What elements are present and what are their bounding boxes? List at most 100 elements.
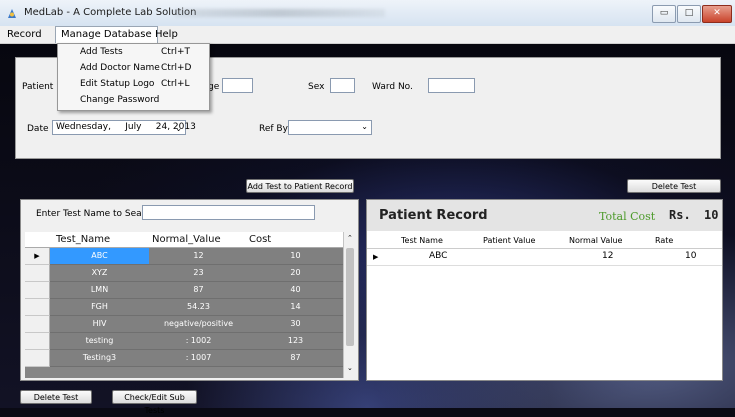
column-header-cost[interactable]: Cost [249, 232, 271, 247]
cell-test-name[interactable]: ABC [50, 248, 150, 265]
menu-item-label: Edit Statup Logo [80, 79, 155, 89]
age-field[interactable] [222, 78, 253, 93]
cell-normal-value[interactable]: : 1007 [149, 350, 249, 367]
cell-test-name[interactable]: HIV [50, 316, 150, 333]
scroll-thumb[interactable] [346, 248, 354, 346]
ward-label: Ward No. [372, 82, 413, 92]
cell-cost[interactable]: 40 [248, 282, 344, 299]
minimize-button[interactable]: ▭ [652, 5, 676, 23]
row-selector[interactable] [25, 265, 50, 282]
cell-cost[interactable]: 123 [248, 333, 344, 350]
row-selector[interactable] [25, 333, 50, 350]
window-title: MedLab - A Complete Lab Solution [24, 7, 197, 18]
column-header-normal-value[interactable]: Normal Value [569, 236, 622, 245]
row-selector[interactable] [25, 316, 50, 333]
ref-by-label: Ref By [259, 124, 288, 134]
column-header-test-name[interactable]: Test_Name [56, 232, 110, 247]
table-row[interactable]: ▶ ABC 12 10 [25, 248, 344, 265]
app-icon [8, 9, 16, 18]
date-picker[interactable]: Wednesday, July 24, 2013 ⌄ [52, 120, 196, 135]
cell-cost[interactable]: 30 [248, 316, 344, 333]
cell-normal-value[interactable]: 54.23 [149, 299, 249, 316]
menu-item-shortcut: Ctrl+L [161, 79, 190, 89]
menu-manage-database[interactable]: Manage Database [55, 26, 158, 43]
record-rate: 10 [685, 251, 697, 261]
cell-test-name[interactable]: testing [50, 333, 150, 350]
record-test-name: ABC [429, 251, 448, 261]
column-header-test-name[interactable]: Test Name [401, 236, 443, 245]
menu-help[interactable]: Help [150, 26, 183, 43]
cell-cost[interactable]: 87 [248, 350, 344, 367]
patient-record-title: Patient Record [379, 208, 488, 223]
menu-item-label: Change Password [80, 95, 160, 105]
menu-bar: Record Manage Database Help [0, 26, 735, 44]
menu-record[interactable]: Record [2, 26, 47, 43]
table-row[interactable]: LMN 87 40 [25, 282, 344, 299]
table-row[interactable]: testing: 1002 123 [25, 333, 344, 350]
cell-normal-value[interactable]: 23 [149, 265, 249, 282]
title-bar: MedLab - A Complete Lab Solution ▭ □ ✕ [0, 0, 735, 27]
ref-by-select[interactable]: ⌄ [288, 120, 372, 135]
menu-edit-statup-logo[interactable]: Edit Statup Logo Ctrl+L [58, 77, 209, 92]
row-selector-icon: ▶ [373, 253, 379, 261]
table-row[interactable]: HIV negative/positive 30 [25, 316, 344, 333]
search-label: Enter Test Name to Search [36, 209, 156, 219]
cell-normal-value[interactable]: negative/positive [149, 316, 249, 333]
total-cost-value: 10 [704, 208, 719, 222]
table-row[interactable]: ▶ ABC 12 10 [367, 249, 722, 266]
chevron-down-icon: ⌄ [361, 122, 368, 131]
cell-normal-value[interactable]: 12 [149, 248, 249, 265]
cell-test-name[interactable]: Testing3 [50, 350, 150, 367]
title-blur [175, 9, 385, 17]
cell-normal-value[interactable]: : 1002 [149, 333, 249, 350]
row-selector[interactable] [25, 282, 50, 299]
row-selector[interactable] [25, 299, 50, 316]
row-selector[interactable]: ▶ [25, 248, 50, 265]
menu-add-doctor-name[interactable]: Add Doctor Name Ctrl+D [58, 61, 209, 76]
row-selector[interactable] [25, 350, 50, 367]
tests-grid-header: Test_Name Normal_Value Cost [25, 232, 356, 248]
table-row[interactable]: FGH 54.23 14 [25, 299, 344, 316]
currency-label: Rs. [669, 208, 691, 222]
sex-label: Sex [308, 82, 325, 92]
manage-database-dropdown: Add Tests Ctrl+T Add Doctor Name Ctrl+D … [57, 43, 210, 111]
ward-field[interactable] [428, 78, 475, 93]
cell-cost[interactable]: 14 [248, 299, 344, 316]
sex-field[interactable] [330, 78, 355, 93]
scroll-up-icon[interactable]: ⌃ [347, 234, 353, 242]
date-label: Date [27, 124, 49, 134]
delete-test-right-button[interactable]: Delete Test [627, 179, 721, 193]
tests-grid: Test_Name Normal_Value Cost ▶ ABC 12 10 XYZ 2… [25, 232, 356, 378]
cell-cost[interactable]: 20 [248, 265, 344, 282]
total-cost-label: Total Cost [599, 210, 656, 223]
delete-test-left-button[interactable]: Delete Test [20, 390, 92, 404]
cell-cost[interactable]: 10 [248, 248, 344, 265]
column-header-patient-value[interactable]: Patient Value [483, 236, 535, 245]
patient-record-panel: Patient Record Total Cost Rs. 10 Test Na… [366, 199, 723, 381]
close-button[interactable]: ✕ [702, 5, 732, 23]
patient-record-grid-header: Test Name Patient Value Normal Value Rat… [367, 236, 722, 249]
tests-grid-scrollbar[interactable]: ⌃ ⌄ [343, 232, 357, 378]
menu-change-password[interactable]: Change Password [58, 93, 209, 108]
menu-add-tests[interactable]: Add Tests Ctrl+T [58, 45, 209, 60]
cell-test-name[interactable]: LMN [50, 282, 150, 299]
column-header-rate[interactable]: Rate [655, 236, 673, 245]
patient-record-header: Patient Record Total Cost Rs. 10 [367, 200, 722, 231]
table-row[interactable]: Testing3: 1007 87 [25, 350, 344, 367]
cell-test-name[interactable]: XYZ [50, 265, 150, 282]
check-edit-sub-tests-button[interactable]: Check/Edit Sub Tests [112, 390, 197, 415]
search-input[interactable] [142, 205, 315, 220]
menu-item-label: Add Tests [80, 47, 123, 57]
record-normal-value: 12 [602, 251, 614, 261]
cell-test-name[interactable]: FGH [50, 299, 150, 316]
patient-label: Patient [22, 82, 54, 92]
menu-item-shortcut: Ctrl+D [161, 63, 192, 73]
cell-normal-value[interactable]: 87 [149, 282, 249, 299]
column-header-normal-value[interactable]: Normal_Value [152, 232, 221, 247]
menu-item-shortcut: Ctrl+T [161, 47, 191, 57]
menu-item-label: Add Doctor Name [80, 63, 160, 73]
maximize-button[interactable]: □ [677, 5, 701, 23]
table-row[interactable]: XYZ 23 20 [25, 265, 344, 282]
scroll-down-icon[interactable]: ⌄ [347, 364, 353, 372]
add-test-button[interactable]: Add Test to Patient Record [246, 179, 354, 193]
